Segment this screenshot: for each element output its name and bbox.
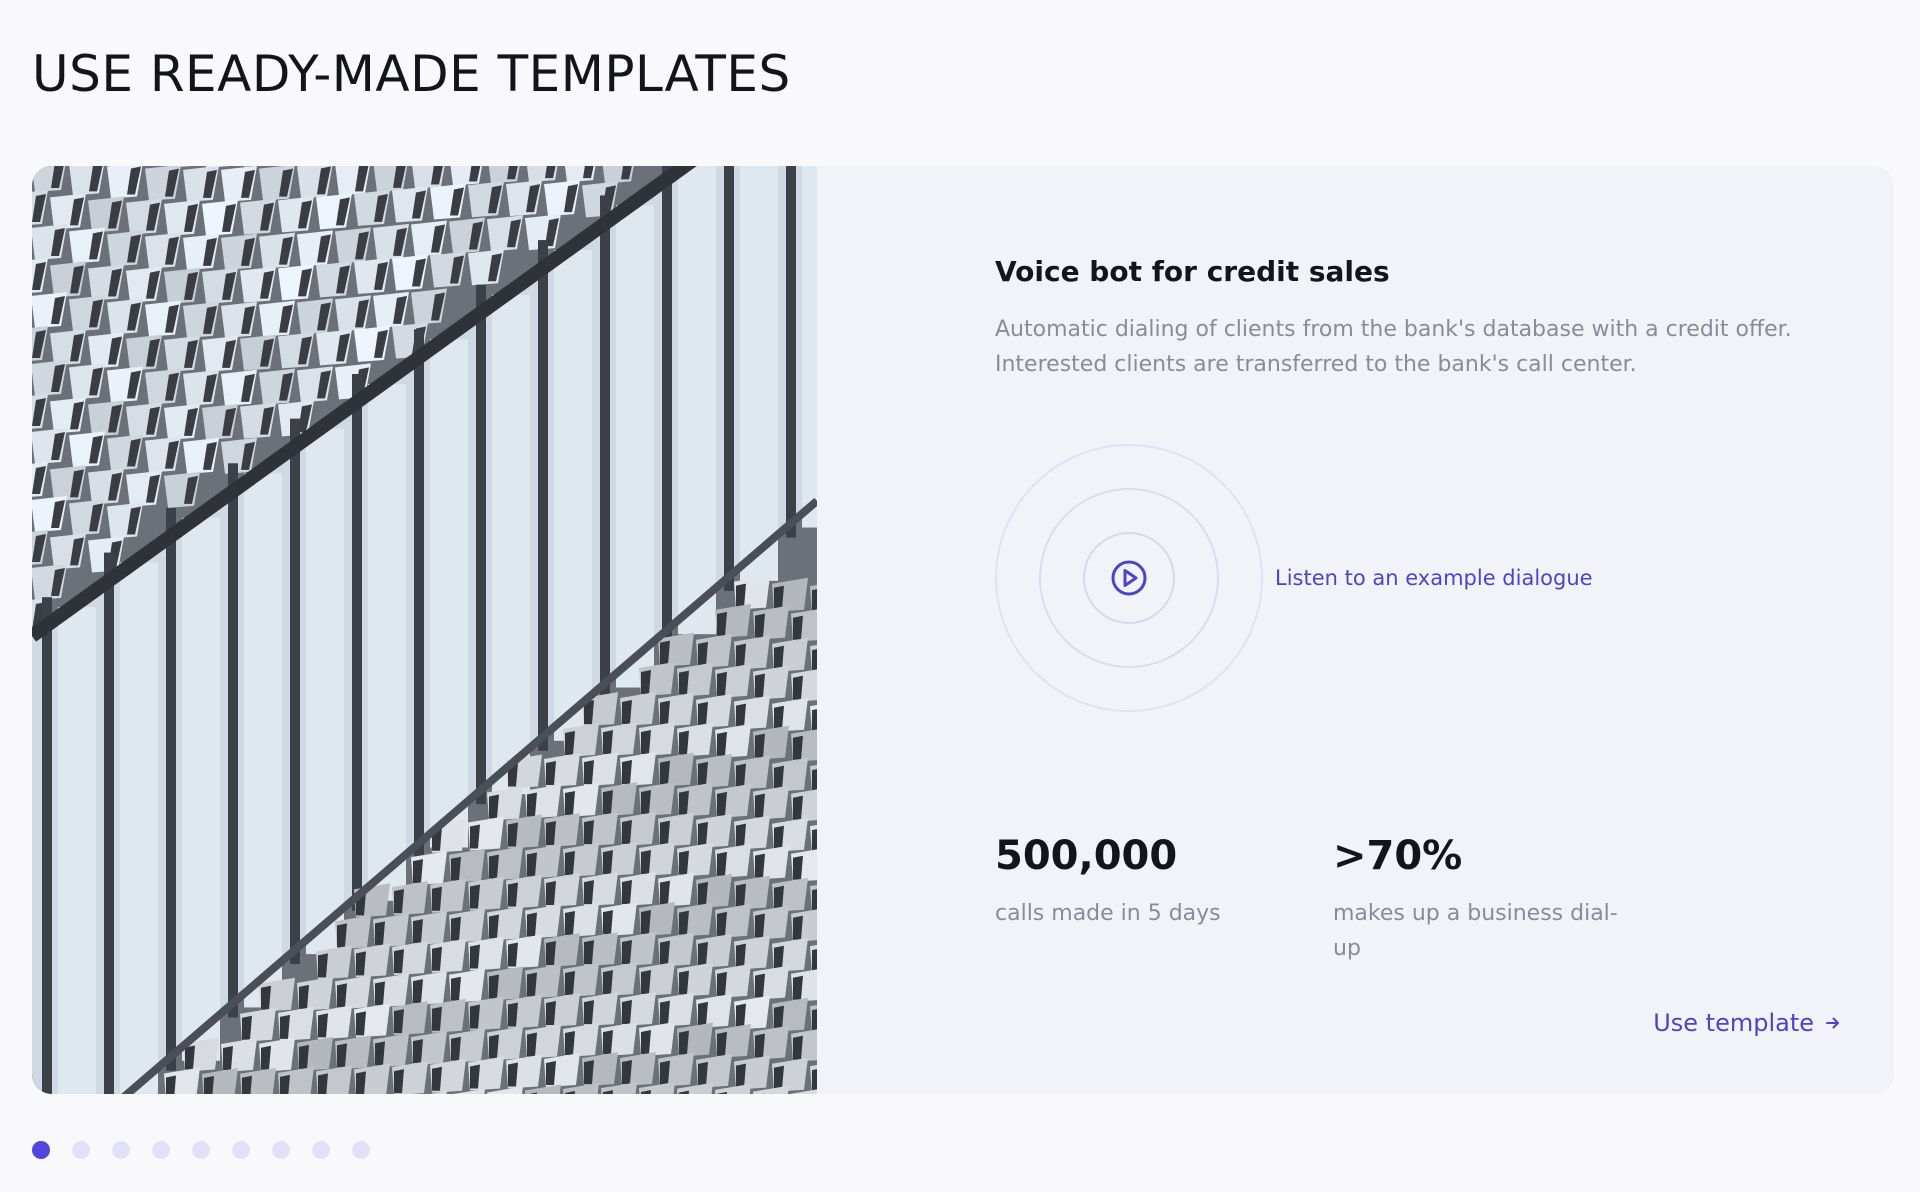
- stat-label: calls made in 5 days: [995, 901, 1221, 926]
- stat-business: >70% makes up a business dial-up: [1333, 830, 1633, 966]
- template-content: Voice bot for credit sales Automatic dia…: [817, 166, 1894, 1094]
- arrow-right-icon: [1826, 1017, 1839, 1029]
- carousel-dot-7[interactable]: [272, 1141, 290, 1159]
- template-description: Automatic dialing of clients from the ba…: [995, 317, 1792, 377]
- stat-value: >70%: [1333, 833, 1463, 879]
- carousel-dot-2[interactable]: [72, 1141, 90, 1159]
- building-facade-image: [32, 166, 817, 1094]
- carousel-dot-4[interactable]: [152, 1141, 170, 1159]
- section-title: USE READY-MADE TEMPLATES: [32, 45, 791, 103]
- play-circle-icon[interactable]: [1109, 558, 1149, 598]
- listen-example-button[interactable]: Listen to an example dialogue: [995, 444, 1593, 712]
- template-card: Voice bot for credit sales Automatic dia…: [32, 166, 1894, 1094]
- carousel-dot-5[interactable]: [192, 1141, 210, 1159]
- carousel-dots: [32, 1141, 370, 1159]
- carousel-dot-6[interactable]: [232, 1141, 250, 1159]
- template-image: [32, 166, 817, 1094]
- carousel-dot-9[interactable]: [352, 1141, 370, 1159]
- carousel-dot-8[interactable]: [312, 1141, 330, 1159]
- carousel-dot-1[interactable]: [32, 1141, 50, 1159]
- audio-rings[interactable]: [995, 444, 1263, 712]
- templates-page: USE READY-MADE TEMPLATES Voice bot for c…: [0, 0, 1920, 1192]
- carousel-dot-3[interactable]: [112, 1141, 130, 1159]
- use-template-label[interactable]: Use template: [1653, 1009, 1814, 1037]
- stat-value: 500,000: [995, 833, 1178, 879]
- template-title: Voice bot for credit sales: [995, 255, 1390, 288]
- stat-calls: 500,000 calls made in 5 days: [995, 830, 1295, 931]
- stat-label: makes up a business dial-up: [1333, 901, 1618, 961]
- use-template-link[interactable]: Use template: [1653, 1009, 1842, 1037]
- listen-example-label[interactable]: Listen to an example dialogue: [1275, 564, 1593, 592]
